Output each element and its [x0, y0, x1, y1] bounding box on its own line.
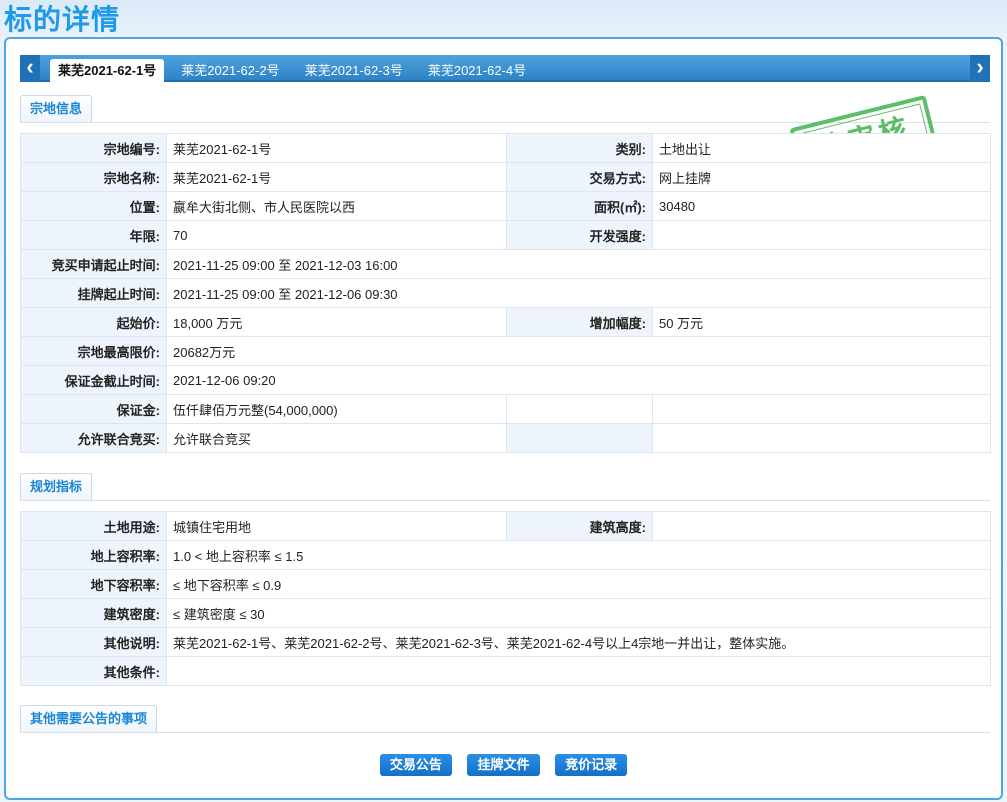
category-value: 土地出让 — [652, 133, 991, 163]
table-row: 挂牌起止时间: 2021-11-25 09:00 至 2021-12-06 09… — [20, 278, 991, 308]
land-info-table: 宗地编号: 莱芜2021-62-1号 类别: 土地出让 宗地名称: 莱芜2021… — [20, 133, 991, 453]
listing-docs-button[interactable]: 挂牌文件 — [467, 754, 540, 776]
divider — [20, 500, 990, 501]
table-row: 起始价: 18,000 万元 增加幅度: 50 万元 — [20, 307, 991, 337]
table-row: 允许联合竞买: 允许联合竞买 — [20, 423, 991, 453]
bid-apply-period-value: 2021-11-25 09:00 至 2021-12-03 16:00 — [166, 249, 991, 279]
table-row: 地下容积率: ≤ 地下容积率 ≤ 0.9 — [20, 569, 991, 599]
field-label: 其他说明: — [20, 627, 167, 657]
field-label: 保证金截止时间: — [20, 365, 167, 395]
joint-bid-value: 允许联合竞买 — [166, 423, 507, 453]
field-label: 允许联合竞买: — [20, 423, 167, 453]
field-label: 地上容积率: — [20, 540, 167, 570]
empty-cell — [506, 394, 653, 424]
table-row: 保证金: 伍仟肆佰万元整(54,000,000) — [20, 394, 991, 424]
location-value: 嬴牟大街北侧、市人民医院以西 — [166, 191, 507, 221]
trade-method-value: 网上挂牌 — [652, 162, 991, 192]
field-label: 建筑密度: — [20, 598, 167, 628]
table-row: 年限: 70 开发强度: — [20, 220, 991, 250]
table-row: 建筑密度: ≤ 建筑密度 ≤ 30 — [20, 598, 991, 628]
height-value — [652, 511, 991, 541]
deposit-deadline-value: 2021-12-06 09:20 — [166, 365, 991, 395]
conditions-value — [166, 656, 991, 686]
land-use-value: 城镇住宅用地 — [166, 511, 507, 541]
section-title: 规划指标 — [20, 473, 93, 500]
chevron-right-icon[interactable]: › — [970, 55, 990, 82]
field-label: 位置: — [20, 191, 167, 221]
section-header-land-info: 宗地信息 — [20, 95, 990, 123]
field-label: 类别: — [506, 133, 653, 163]
land-no-value: 莱芜2021-62-1号 — [166, 133, 507, 163]
underground-far-value: ≤ 地下容积率 ≤ 0.9 — [166, 569, 991, 599]
planning-table: 土地用途: 城镇住宅用地 建筑高度: 地上容积率: 1.0 < 地上容积率 ≤ … — [20, 511, 991, 686]
table-row: 土地用途: 城镇住宅用地 建筑高度: — [20, 511, 991, 541]
divider — [20, 732, 990, 733]
area-value: 30480 — [652, 191, 991, 221]
field-label: 竞买申请起止时间: — [20, 249, 167, 279]
tab-list: 莱芜2021-62-1号 莱芜2021-62-2号 莱芜2021-62-3号 莱… — [50, 59, 543, 82]
field-label: 其他条件: — [20, 656, 167, 686]
tab-lot-2[interactable]: 莱芜2021-62-2号 — [173, 59, 287, 82]
tab-lot-1[interactable]: 莱芜2021-62-1号 — [50, 59, 165, 82]
max-price-value: 20682万元 — [166, 336, 991, 366]
far-value: 1.0 < 地上容积率 ≤ 1.5 — [166, 540, 991, 570]
table-row: 其他条件: — [20, 656, 991, 686]
increment-value: 50 万元 — [652, 307, 991, 337]
field-label: 宗地编号: — [20, 133, 167, 163]
action-buttons: 交易公告 挂牌文件 竞价记录 — [6, 754, 1001, 776]
field-label: 土地用途: — [20, 511, 167, 541]
empty-cell — [506, 423, 653, 453]
field-label: 建筑高度: — [506, 511, 653, 541]
tab-lot-4[interactable]: 莱芜2021-62-4号 — [420, 59, 534, 82]
empty-cell — [652, 423, 991, 453]
tab-lot-3[interactable]: 莱芜2021-62-3号 — [297, 59, 411, 82]
table-row: 其他说明: 莱芜2021-62-1号、莱芜2021-62-2号、莱芜2021-6… — [20, 627, 991, 657]
empty-cell — [652, 394, 991, 424]
field-label: 面积(㎡): — [506, 191, 653, 221]
chevron-left-icon[interactable]: ‹ — [20, 55, 40, 82]
field-label: 宗地最高限价: — [20, 336, 167, 366]
field-label: 交易方式: — [506, 162, 653, 192]
dev-intensity-value — [652, 220, 991, 250]
field-label: 宗地名称: — [20, 162, 167, 192]
table-row: 保证金截止时间: 2021-12-06 09:20 — [20, 365, 991, 395]
section-header-planning: 规划指标 — [20, 473, 990, 501]
table-row: 宗地最高限价: 20682万元 — [20, 336, 991, 366]
section-title: 宗地信息 — [20, 95, 93, 122]
table-row: 竞买申请起止时间: 2021-11-25 09:00 至 2021-12-03 … — [20, 249, 991, 279]
field-label: 挂牌起止时间: — [20, 278, 167, 308]
field-label: 保证金: — [20, 394, 167, 424]
deposit-value: 伍仟肆佰万元整(54,000,000) — [166, 394, 507, 424]
section-header-other-notices: 其他需要公告的事项 — [20, 705, 990, 733]
field-label: 增加幅度: — [506, 307, 653, 337]
field-label: 年限: — [20, 220, 167, 250]
detail-panel: ‹ 莱芜2021-62-1号 莱芜2021-62-2号 莱芜2021-62-3号… — [4, 37, 1003, 800]
field-label: 开发强度: — [506, 220, 653, 250]
notes-value: 莱芜2021-62-1号、莱芜2021-62-2号、莱芜2021-62-3号、莱… — [166, 627, 991, 657]
start-price-value: 18,000 万元 — [166, 307, 507, 337]
term-value: 70 — [166, 220, 507, 250]
density-value: ≤ 建筑密度 ≤ 30 — [166, 598, 991, 628]
table-row: 宗地名称: 莱芜2021-62-1号 交易方式: 网上挂牌 — [20, 162, 991, 192]
table-row: 地上容积率: 1.0 < 地上容积率 ≤ 1.5 — [20, 540, 991, 570]
land-name-value: 莱芜2021-62-1号 — [166, 162, 507, 192]
announcement-button[interactable]: 交易公告 — [379, 754, 452, 776]
field-label: 起始价: — [20, 307, 167, 337]
table-row: 位置: 嬴牟大街北侧、市人民医院以西 面积(㎡): 30480 — [20, 191, 991, 221]
field-label: 地下容积率: — [20, 569, 167, 599]
page-title: 标的详情 — [4, 4, 121, 35]
bid-record-button[interactable]: 竞价记录 — [555, 754, 628, 776]
tab-bar: ‹ 莱芜2021-62-1号 莱芜2021-62-2号 莱芜2021-62-3号… — [20, 55, 990, 82]
listing-period-value: 2021-11-25 09:00 至 2021-12-06 09:30 — [166, 278, 991, 308]
section-title: 其他需要公告的事项 — [20, 705, 158, 732]
table-row: 宗地编号: 莱芜2021-62-1号 类别: 土地出让 — [20, 133, 991, 163]
